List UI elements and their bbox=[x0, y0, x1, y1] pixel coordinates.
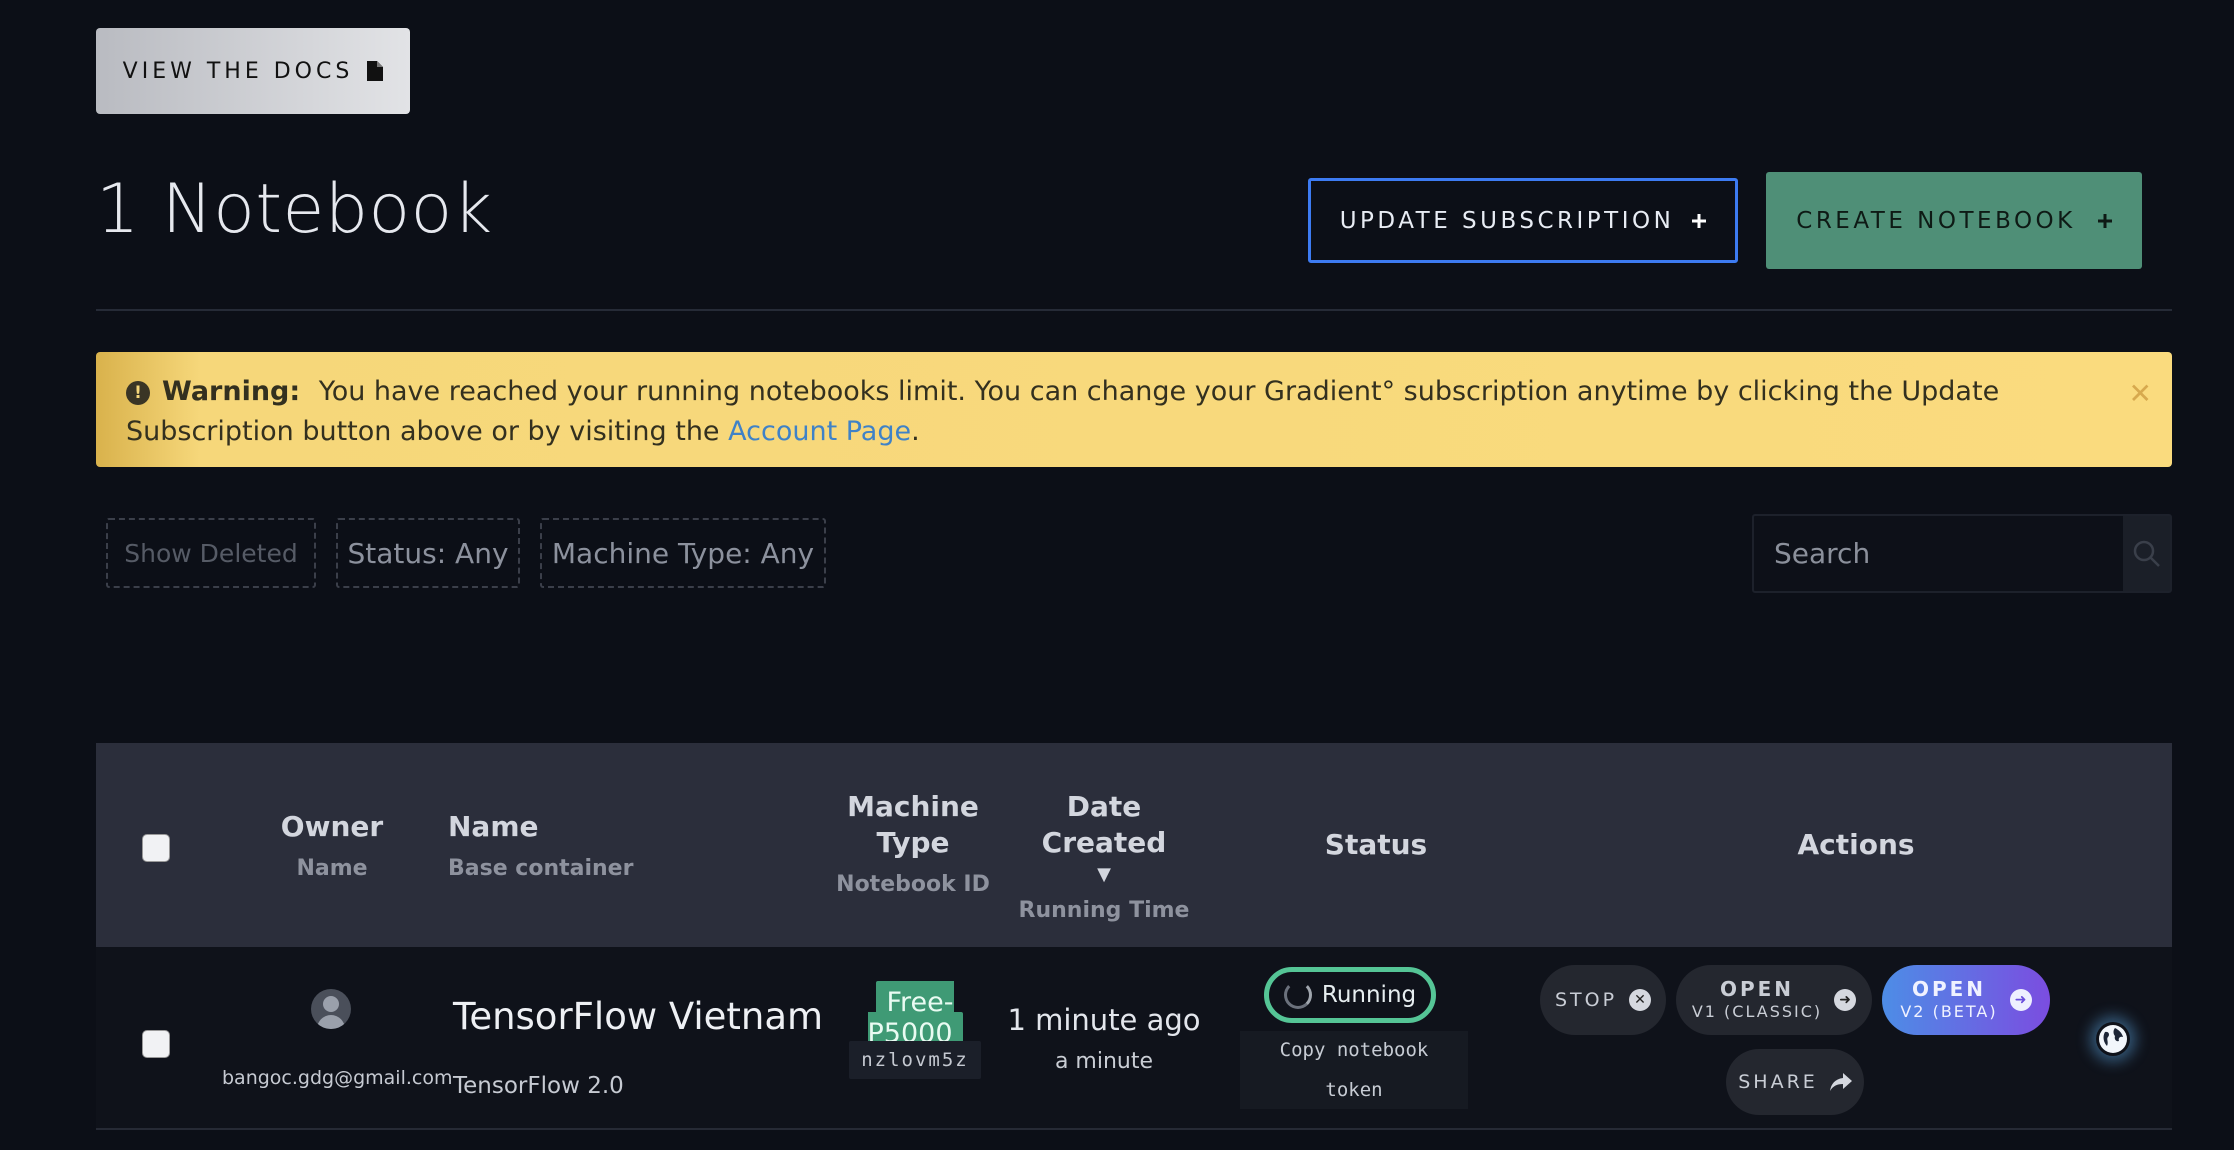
date-created-header[interactable]: Date Created ▼ Running Time bbox=[1006, 789, 1202, 929]
table-row: bangoc.gdg@gmail.com TensorFlow Vietnam … bbox=[96, 947, 2172, 1130]
machine-type-header-label: Machine Type bbox=[847, 790, 979, 859]
date-created-header-label: Date Created bbox=[1041, 790, 1167, 859]
name-header[interactable]: Name Base container bbox=[448, 809, 633, 887]
arrow-right-circle-icon: ➜ bbox=[1834, 989, 1857, 1011]
view-docs-label: VIEW THE DOCS bbox=[122, 58, 354, 84]
open-v2-sublabel: V2 (BETA) bbox=[1900, 1001, 1998, 1021]
notebook-id: nzlovm5z bbox=[849, 1041, 981, 1079]
create-notebook-button[interactable]: CREATE NOTEBOOK bbox=[1766, 172, 2142, 269]
owner-header[interactable]: Owner Name bbox=[272, 809, 392, 887]
copy-token-label: Copy notebook token bbox=[1279, 1039, 1429, 1101]
date-created: 1 minute ago bbox=[1007, 1003, 1201, 1037]
warning-label: Warning: bbox=[162, 376, 301, 407]
arrow-right-circle-icon: ➜ bbox=[2009, 989, 2032, 1011]
cut-off-text bbox=[96, 0, 186, 6]
running-time: a minute bbox=[1054, 1049, 1154, 1074]
public-globe-icon[interactable] bbox=[2096, 1022, 2130, 1056]
status-filter[interactable]: Status: Any bbox=[336, 518, 520, 588]
owner-header-label: Owner bbox=[280, 810, 384, 843]
exclamation-icon: ! bbox=[126, 381, 150, 405]
page-title: 1 Notebook bbox=[96, 170, 493, 249]
warning-banner: ! Warning: You have reached your running … bbox=[96, 352, 2172, 467]
share-label: SHARE bbox=[1738, 1071, 1818, 1093]
base-container: TensorFlow 2.0 bbox=[453, 1073, 624, 1099]
name-header-label: Name bbox=[448, 810, 539, 843]
search-box bbox=[1752, 514, 2172, 593]
share-arrow-icon bbox=[1829, 1073, 1852, 1091]
close-icon[interactable]: ✕ bbox=[2129, 374, 2152, 414]
status-text: Running bbox=[1321, 982, 1417, 1008]
open-v1-sublabel: V1 (CLASSIC) bbox=[1691, 1001, 1823, 1021]
avatar bbox=[311, 989, 351, 1029]
close-circle-icon: ✕ bbox=[1629, 989, 1652, 1011]
open-v2-button[interactable]: OPEN V2 (BETA) ➜ bbox=[1882, 965, 2050, 1035]
open-v1-label: OPEN bbox=[1719, 976, 1795, 1001]
view-docs-button[interactable]: VIEW THE DOCS bbox=[96, 28, 410, 114]
machine-type-subheader: Notebook ID bbox=[836, 872, 990, 897]
stop-button[interactable]: STOP ✕ bbox=[1540, 965, 1666, 1035]
owner-subheader: Name bbox=[296, 856, 368, 881]
warning-text: You have reached your running notebooks … bbox=[126, 376, 2000, 447]
date-created-subheader: Running Time bbox=[1018, 898, 1190, 923]
machine-type-header[interactable]: Machine Type Notebook ID bbox=[828, 789, 998, 903]
show-deleted-filter[interactable]: Show Deleted bbox=[106, 518, 316, 588]
machine-type-filter[interactable]: Machine Type: Any bbox=[540, 518, 826, 588]
open-v1-button[interactable]: OPEN V1 (CLASSIC) ➜ bbox=[1676, 965, 1872, 1035]
spinner-icon bbox=[1283, 981, 1312, 1009]
notebook-id-cell: nzlovm5z bbox=[830, 1041, 1000, 1079]
table-header: Owner Name Name Base container Machine T… bbox=[96, 743, 2172, 947]
warning-end: . bbox=[911, 416, 920, 447]
copy-token-button[interactable]: Copy notebook token bbox=[1240, 1031, 1468, 1109]
plus-icon bbox=[2097, 213, 2112, 228]
header-divider bbox=[96, 309, 2172, 311]
stop-label: STOP bbox=[1554, 989, 1618, 1011]
status-header: Status bbox=[1324, 828, 1428, 861]
search-button[interactable] bbox=[2123, 516, 2170, 591]
name-subheader: Base container bbox=[448, 856, 634, 881]
create-notebook-label: CREATE NOTEBOOK bbox=[1796, 207, 2076, 234]
row-checkbox[interactable] bbox=[142, 1030, 170, 1058]
account-page-link[interactable]: Account Page bbox=[728, 416, 911, 447]
status-pill: Running bbox=[1264, 967, 1436, 1023]
actions-header: Actions bbox=[1797, 828, 1915, 861]
notebook-name[interactable]: TensorFlow Vietnam bbox=[453, 995, 823, 1038]
open-v2-label: OPEN bbox=[1911, 976, 1987, 1001]
machine-type-cell: Free-P5000 bbox=[830, 981, 1000, 1055]
update-subscription-label: UPDATE SUBSCRIPTION bbox=[1339, 207, 1675, 234]
sort-down-icon: ▼ bbox=[1097, 864, 1111, 885]
update-subscription-button[interactable]: UPDATE SUBSCRIPTION bbox=[1308, 178, 1738, 263]
search-input[interactable] bbox=[1754, 516, 2123, 591]
share-button[interactable]: SHARE bbox=[1726, 1049, 1864, 1115]
plus-icon bbox=[1692, 213, 1707, 228]
owner-email: bangoc.gdg@gmail.com bbox=[222, 1067, 453, 1089]
document-icon bbox=[367, 61, 384, 81]
search-icon bbox=[2133, 540, 2160, 567]
select-all-checkbox[interactable] bbox=[142, 834, 170, 862]
